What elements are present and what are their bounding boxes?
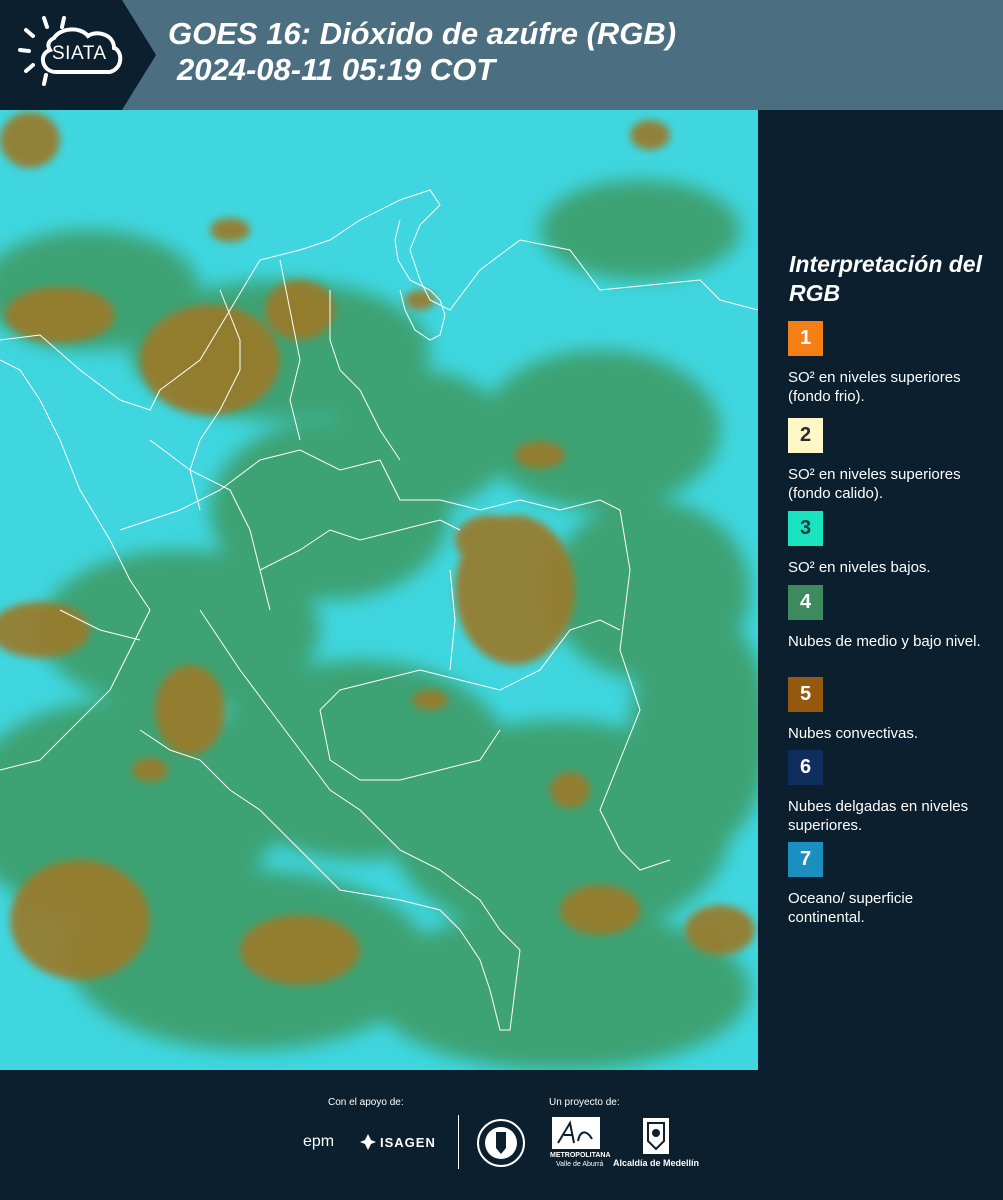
legend-swatch-5: 5 xyxy=(788,677,823,712)
legend-label-1: SO² en niveles superiores (fondo frio). xyxy=(788,369,961,405)
legend-title: Interpretación del RGB xyxy=(789,251,982,306)
logo-text: SIATA xyxy=(52,43,107,64)
legend-item-5: 5 Nubes convectivas. xyxy=(788,677,988,743)
legend-label-7: Oceano/ superficie continental. xyxy=(788,890,914,926)
legend-label-6: Nubes delgadas en niveles superiores. xyxy=(788,798,969,834)
legend-item-3: 3 SO² en niveles bajos. xyxy=(788,511,988,577)
header: SIATA GOES 16: Dióxido de azúfre (RGB) 2… xyxy=(0,0,1003,110)
legend-swatch-2: 2 xyxy=(788,418,823,453)
satellite-image xyxy=(0,110,758,1070)
legend-label-4: Nubes de medio y bajo nivel. xyxy=(788,633,981,650)
legend-item-1: 1 SO² en niveles superiores (fondo frio)… xyxy=(788,321,988,406)
legend-item-7: 7 Oceano/ superficie continental. xyxy=(788,842,988,927)
legend-label-3: SO² en niveles bajos. xyxy=(788,559,931,576)
legend-swatch-6: 6 xyxy=(788,750,823,785)
isagen-logo: ISAGEN xyxy=(380,1135,436,1150)
legend-item-6: 6 Nubes delgadas en niveles superiores. xyxy=(788,750,988,835)
legend-label-2: SO² en niveles superiores (fondo calido)… xyxy=(788,466,961,502)
legend-item-4: 4 Nubes de medio y bajo nivel. xyxy=(788,585,988,651)
alcaldia-shield-icon xyxy=(643,1118,669,1154)
footer: Con el apoyo de: Un proyecto de: epm ISA… xyxy=(0,1070,1003,1200)
legend-swatch-3: 3 xyxy=(788,511,823,546)
support-caption: Con el apoyo de: xyxy=(328,1097,404,1108)
page-title: GOES 16: Dióxido de azúfre (RGB) 2024-08… xyxy=(168,16,676,88)
satellite-map xyxy=(0,110,758,1070)
legend-item-2: 2 SO² en niveles superiores (fondo calid… xyxy=(788,418,988,503)
project-caption: Un proyecto de: xyxy=(549,1097,620,1108)
legend-swatch-7: 7 xyxy=(788,842,823,877)
legend-label-5: Nubes convectivas. xyxy=(788,725,919,742)
partner-1-name: METROPOLITANA xyxy=(550,1152,611,1159)
partner-2-name: Alcaldía de Medellín xyxy=(613,1158,700,1168)
title-line-2: 2024-08-11 05:19 COT xyxy=(177,52,496,87)
logo-panel: SIATA xyxy=(0,0,156,110)
legend-swatch-4: 4 xyxy=(788,585,823,620)
area-metropolitana-logo-icon xyxy=(552,1117,600,1149)
partner-1-subtitle: Valle de Aburrá xyxy=(556,1161,604,1168)
university-seal-icon xyxy=(477,1119,525,1167)
legend-panel: Interpretación del RGB 1 SO² en niveles … xyxy=(758,110,1003,1070)
legend-swatch-1: 1 xyxy=(788,321,823,356)
isagen-icon xyxy=(360,1134,376,1150)
footer-divider xyxy=(458,1115,459,1169)
epm-logo: epm xyxy=(303,1133,335,1150)
title-line-1: GOES 16: Dióxido de azúfre (RGB) xyxy=(168,16,677,51)
